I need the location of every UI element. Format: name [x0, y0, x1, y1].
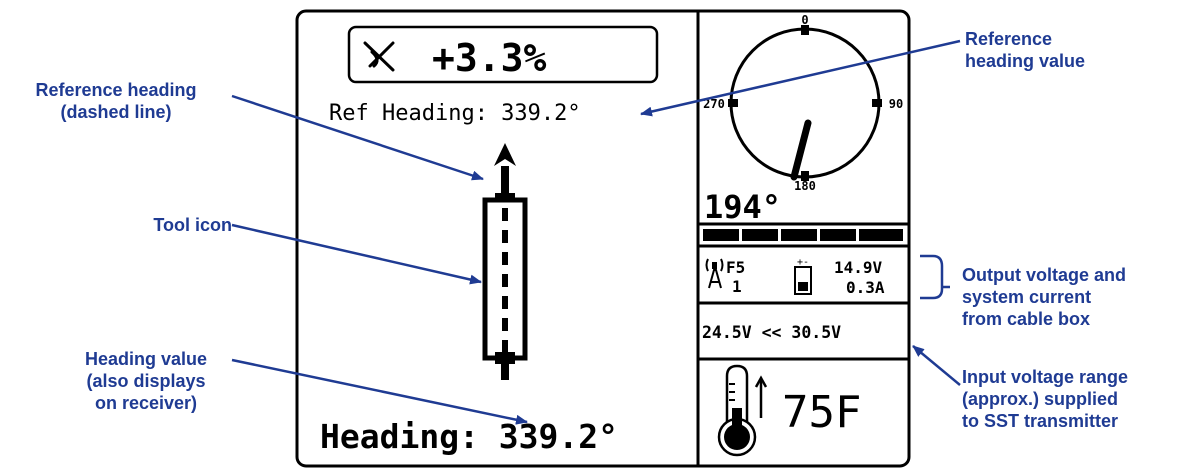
- compass-heading-value: 194°: [704, 188, 781, 226]
- channel-label: 1: [732, 277, 742, 296]
- output-voltage-bracket: [920, 254, 950, 300]
- compass-north: 0: [801, 13, 808, 27]
- compass-south: 180: [794, 179, 816, 193]
- compass-east: 90: [889, 97, 903, 111]
- signal-strength-bar: [703, 229, 903, 241]
- heading-label: Heading: 339.2°: [320, 417, 618, 456]
- ref-heading-label: Ref Heading: 339.2°: [329, 101, 581, 126]
- annotation-input-voltage: Input voltage range (approx.) supplied t…: [962, 367, 1129, 431]
- pitch-value: +3.3%: [432, 36, 547, 80]
- temperature-value: 75F: [782, 387, 861, 438]
- annotation-tool-icon: Tool icon: [153, 215, 232, 235]
- compass-ring: [729, 27, 881, 179]
- output-voltage: 14.9V: [834, 258, 883, 277]
- frequency-label: F5: [726, 258, 745, 277]
- system-current: 0.3A: [846, 278, 885, 297]
- annotation-reference-heading-value: Reference heading value: [965, 29, 1086, 71]
- input-voltage-range: 24.5V << 30.5V: [702, 323, 841, 342]
- battery-icon: +-: [794, 257, 812, 295]
- annotation-reference-heading: Reference heading (dashed line): [35, 80, 197, 122]
- annotation-heading-value: Heading value (also displays on receiver…: [84, 349, 208, 413]
- svg-text:+-: +-: [797, 257, 809, 268]
- leader-input-voltage: [912, 345, 961, 386]
- annotation-output-voltage: Output voltage and system current from c…: [962, 265, 1126, 329]
